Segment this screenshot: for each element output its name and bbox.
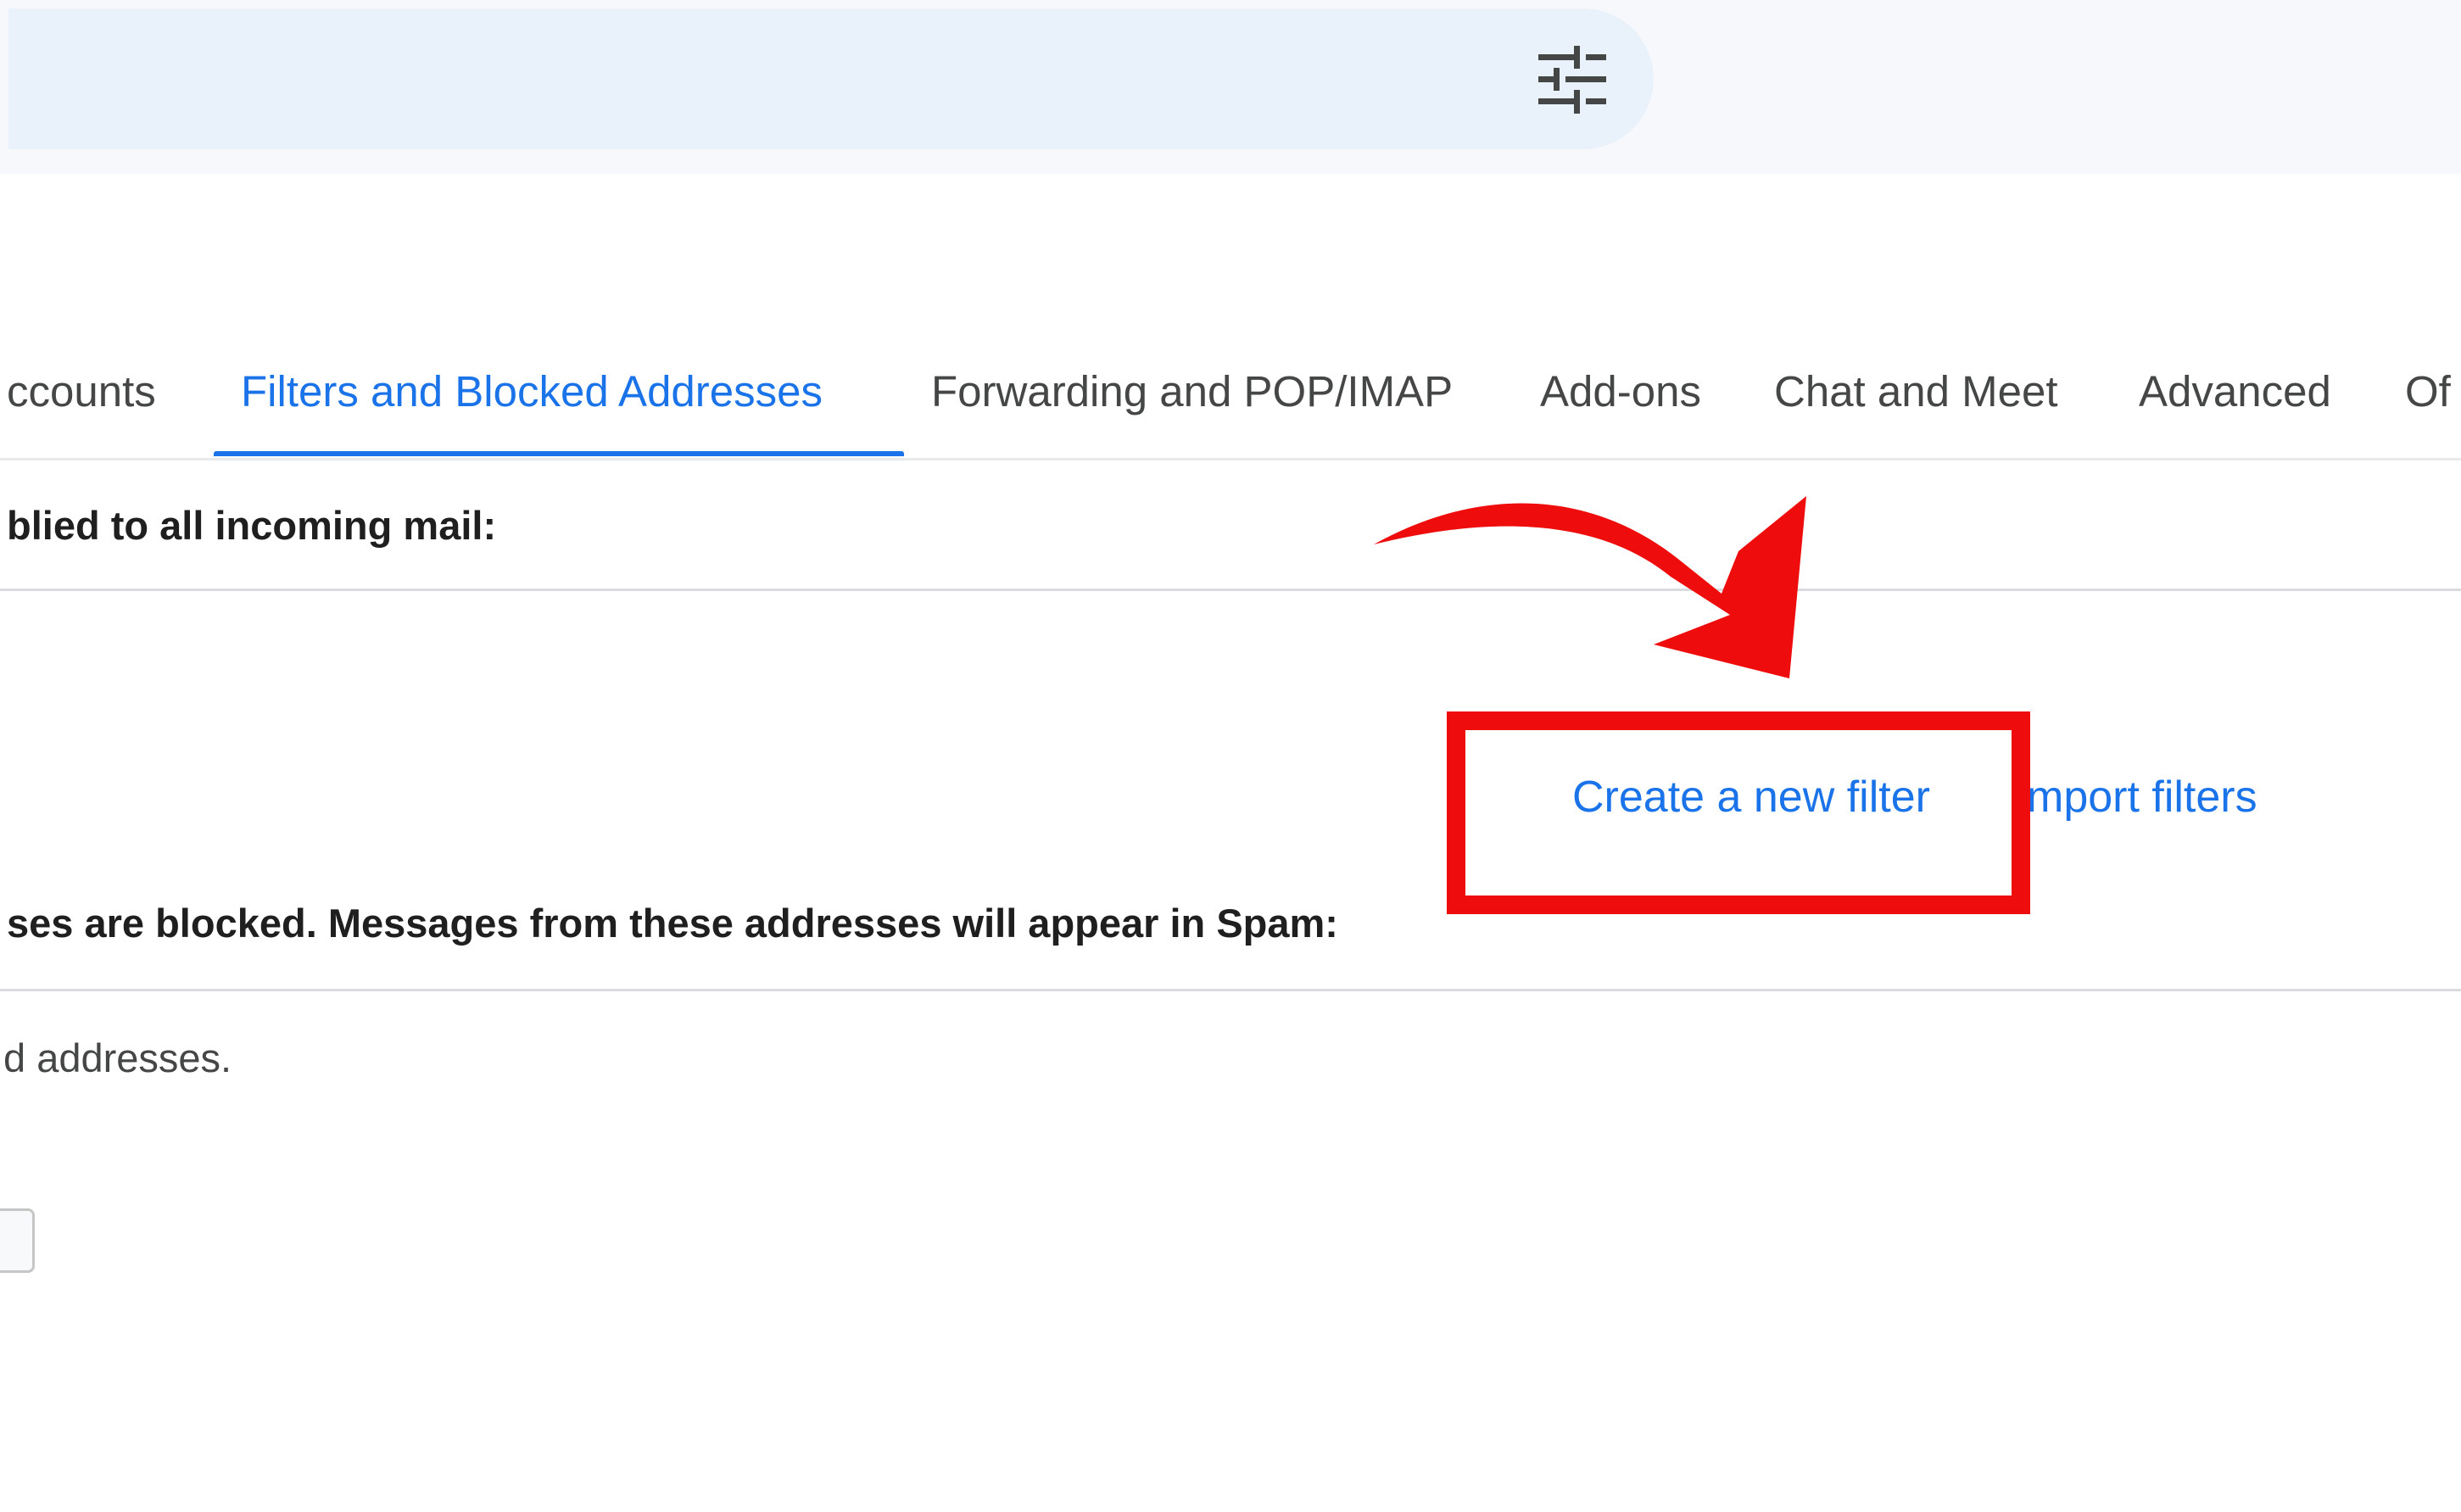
top-bar bbox=[0, 0, 2461, 174]
blocked-action-button[interactable] bbox=[0, 1208, 35, 1273]
filters-section-heading: blied to all incoming mail: bbox=[7, 503, 497, 548]
tab-chat-and-meet[interactable]: Chat and Meet bbox=[1774, 366, 2058, 458]
create-new-filter-link[interactable]: Create a new filter bbox=[1572, 772, 1930, 823]
curved-arrow-svg bbox=[1374, 496, 1806, 678]
tab-advanced[interactable]: Advanced bbox=[2139, 366, 2331, 458]
blocked-empty-text: d addresses. bbox=[3, 1035, 232, 1080]
tune-icon[interactable] bbox=[1535, 46, 1610, 114]
filters-divider bbox=[0, 589, 2461, 591]
search-bar[interactable] bbox=[8, 8, 1654, 149]
tab-add-ons[interactable]: Add-ons bbox=[1540, 366, 1701, 458]
active-tab-indicator bbox=[214, 451, 904, 456]
settings-tabs: ccounts Filters and Blocked Addresses Fo… bbox=[0, 339, 2461, 460]
tab-filters-and-blocked-addresses[interactable]: Filters and Blocked Addresses bbox=[241, 366, 823, 458]
import-filters-link[interactable]: mport filters bbox=[2027, 772, 2257, 823]
blocked-section-heading: ses are blocked. Messages from these add… bbox=[7, 901, 1338, 946]
tune-icon-svg bbox=[1538, 46, 1606, 114]
tab-offline[interactable]: Of bbox=[2405, 366, 2451, 458]
curved-arrow-icon bbox=[1357, 466, 1832, 704]
tab-accounts[interactable]: ccounts bbox=[7, 366, 156, 458]
tab-forwarding-and-pop-imap[interactable]: Forwarding and POP/IMAP bbox=[931, 366, 1453, 458]
blocked-divider bbox=[0, 989, 2461, 991]
